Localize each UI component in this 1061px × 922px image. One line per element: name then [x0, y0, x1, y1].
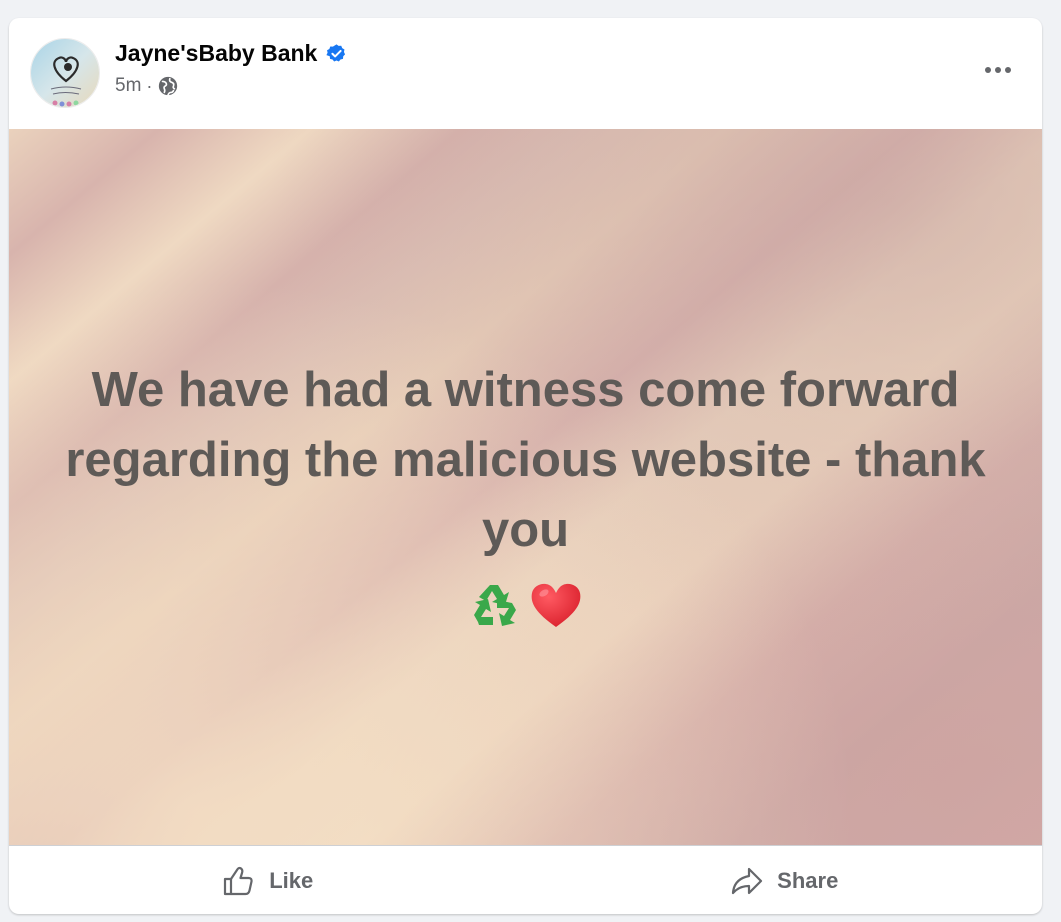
- more-options-icon: [985, 67, 991, 73]
- post-timestamp[interactable]: 5m: [115, 75, 141, 97]
- globe-icon[interactable]: [157, 75, 179, 97]
- emoji-row: [9, 577, 1042, 633]
- more-options-dot: [995, 67, 1001, 73]
- post-header: Jayne'sBaby Bank 5m ·: [9, 18, 1042, 129]
- post-background: We have had a witness come forward regar…: [9, 129, 1042, 845]
- page-avatar[interactable]: [30, 38, 100, 108]
- post-body-text: We have had a witness come forward regar…: [65, 363, 986, 557]
- share-button[interactable]: Share: [526, 846, 1043, 914]
- page-name[interactable]: Jayne'sBaby Bank: [115, 40, 317, 67]
- verified-badge-icon: [326, 43, 347, 64]
- thumbs-up-icon: [221, 863, 257, 899]
- meta-separator: ·: [146, 75, 153, 96]
- more-options-button[interactable]: [978, 54, 1018, 86]
- post-card: Jayne'sBaby Bank 5m · We have had a witn…: [9, 18, 1042, 914]
- red-heart-icon: [528, 577, 584, 633]
- recycling-icon: [468, 577, 524, 633]
- share-label: Share: [777, 867, 839, 893]
- more-options-dot: [1005, 67, 1011, 73]
- like-button[interactable]: Like: [9, 846, 526, 914]
- like-label: Like: [269, 867, 314, 893]
- share-arrow-icon: [729, 863, 765, 899]
- name-row: Jayne'sBaby Bank: [115, 40, 347, 67]
- post-meta: 5m ·: [115, 75, 179, 97]
- post-action-bar: Like Share: [9, 845, 1042, 914]
